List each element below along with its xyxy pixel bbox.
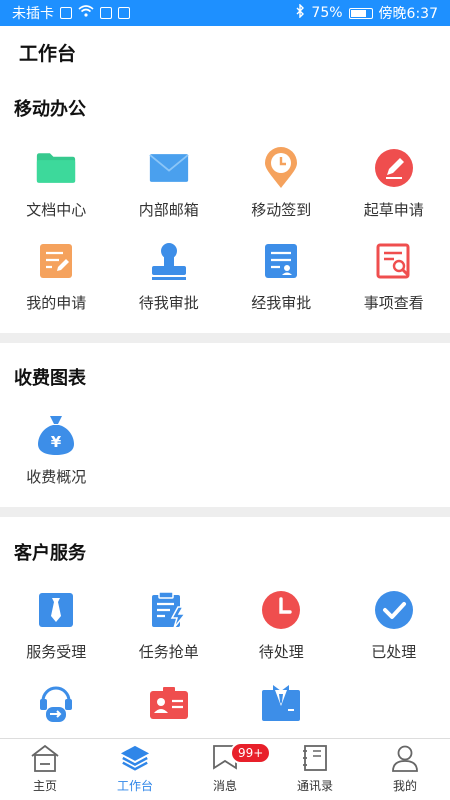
- item-label: 收费概况: [26, 468, 87, 486]
- money-bag-icon: ¥: [36, 415, 76, 455]
- bottom-tab-bar: 主页 工作台 消息 99+ 通讯录 我的: [0, 738, 450, 800]
- item-label: 文档中心: [26, 201, 87, 219]
- tab-label: 通讯录: [296, 779, 333, 793]
- item-label: 经我审批: [251, 294, 312, 312]
- item-fee-overview[interactable]: ¥ 收费概况: [0, 407, 113, 500]
- tab-messages[interactable]: 消息 99+: [180, 739, 272, 800]
- clipboard-lightning-icon: [149, 590, 189, 630]
- tab-label: 消息: [212, 779, 237, 793]
- check-icon: [374, 590, 414, 630]
- clock-time: 傍晚6:37: [378, 6, 438, 22]
- office-grid: 文档中心 内部邮箱 移动签到 起草申请 我的申请 待我审批 经我审批 事项查看: [0, 140, 450, 326]
- user-icon: [390, 743, 420, 773]
- charts-grid: ¥ 收费概况: [0, 407, 450, 500]
- approved-doc-icon: [261, 241, 301, 281]
- item-pending[interactable]: 待处理: [225, 582, 338, 675]
- suit-icon: [261, 683, 301, 723]
- tab-label: 我的: [392, 779, 417, 793]
- clock-icon: [261, 590, 301, 630]
- contacts-icon: [300, 743, 330, 773]
- section-title-office: 移动办公: [14, 99, 86, 120]
- location-clock-icon: [261, 147, 301, 188]
- item-view-items[interactable]: 事项查看: [338, 233, 450, 326]
- item-internal-mail[interactable]: 内部邮箱: [113, 140, 226, 233]
- home-icon: [30, 743, 60, 773]
- section-title-charts: 收费图表: [14, 368, 86, 389]
- edit-icon: [374, 148, 414, 188]
- tie-icon: [36, 590, 76, 630]
- note-edit-icon: [36, 241, 76, 281]
- item-mobile-checkin[interactable]: 移动签到: [225, 140, 338, 233]
- item-pending-approval[interactable]: 待我审批: [113, 233, 226, 326]
- tab-home[interactable]: 主页: [0, 739, 90, 800]
- page-title: 工作台: [19, 42, 77, 65]
- camera-icon: [118, 7, 130, 19]
- item-service-acceptance[interactable]: 服务受理: [0, 582, 113, 675]
- folder-icon: [36, 148, 76, 188]
- item-doc-center[interactable]: 文档中心: [0, 140, 113, 233]
- item-label: 待处理: [258, 643, 304, 661]
- item-label: 内部邮箱: [138, 201, 199, 219]
- bluetooth-icon: [295, 3, 305, 22]
- item-task-grab[interactable]: 任务抢单: [113, 582, 226, 675]
- item-label: 任务抢单: [138, 643, 199, 661]
- item-processed[interactable]: 已处理: [338, 582, 450, 675]
- tab-label: 主页: [32, 779, 57, 793]
- wifi-icon: [78, 5, 94, 21]
- item-label: 已处理: [371, 643, 417, 661]
- item-label: 事项查看: [363, 294, 424, 312]
- section-divider: [0, 507, 450, 517]
- item-label: 待我审批: [138, 294, 199, 312]
- section-divider: [0, 333, 450, 343]
- tab-label: 工作台: [116, 779, 153, 793]
- svg-text:¥: ¥: [51, 433, 62, 451]
- item-approved-by-me[interactable]: 经我审批: [225, 233, 338, 326]
- layers-icon: [120, 743, 150, 773]
- headset-icon: [36, 683, 76, 723]
- page-header: 工作台: [0, 26, 450, 78]
- item-my-applications[interactable]: 我的申请: [0, 233, 113, 326]
- tab-workbench[interactable]: 工作台: [90, 739, 180, 800]
- mail-icon: [149, 148, 189, 188]
- status-bar: 未插卡 75% 傍晚6:37: [0, 0, 450, 26]
- tab-contacts[interactable]: 通讯录: [270, 739, 360, 800]
- carrier-text: 未插卡: [12, 6, 54, 22]
- sim-icon: [60, 7, 72, 19]
- battery-icon: [348, 7, 373, 19]
- unread-badge: 99+: [230, 742, 272, 764]
- stamp-icon: [149, 241, 189, 281]
- item-label: 我的申请: [26, 294, 87, 312]
- doc-search-icon: [374, 241, 414, 281]
- item-label: 移动签到: [251, 201, 312, 219]
- item-label: 起草申请: [363, 201, 424, 219]
- tab-profile[interactable]: 我的: [360, 739, 450, 800]
- battery-percent: 75%: [311, 5, 343, 21]
- id-card-icon: [149, 683, 189, 723]
- notification-icon: [100, 7, 112, 19]
- item-label: 服务受理: [26, 643, 87, 661]
- service-grid: 服务受理 任务抢单 待处理 已处理: [0, 582, 450, 675]
- section-title-service: 客户服务: [14, 543, 86, 564]
- item-draft-application[interactable]: 起草申请: [338, 140, 450, 233]
